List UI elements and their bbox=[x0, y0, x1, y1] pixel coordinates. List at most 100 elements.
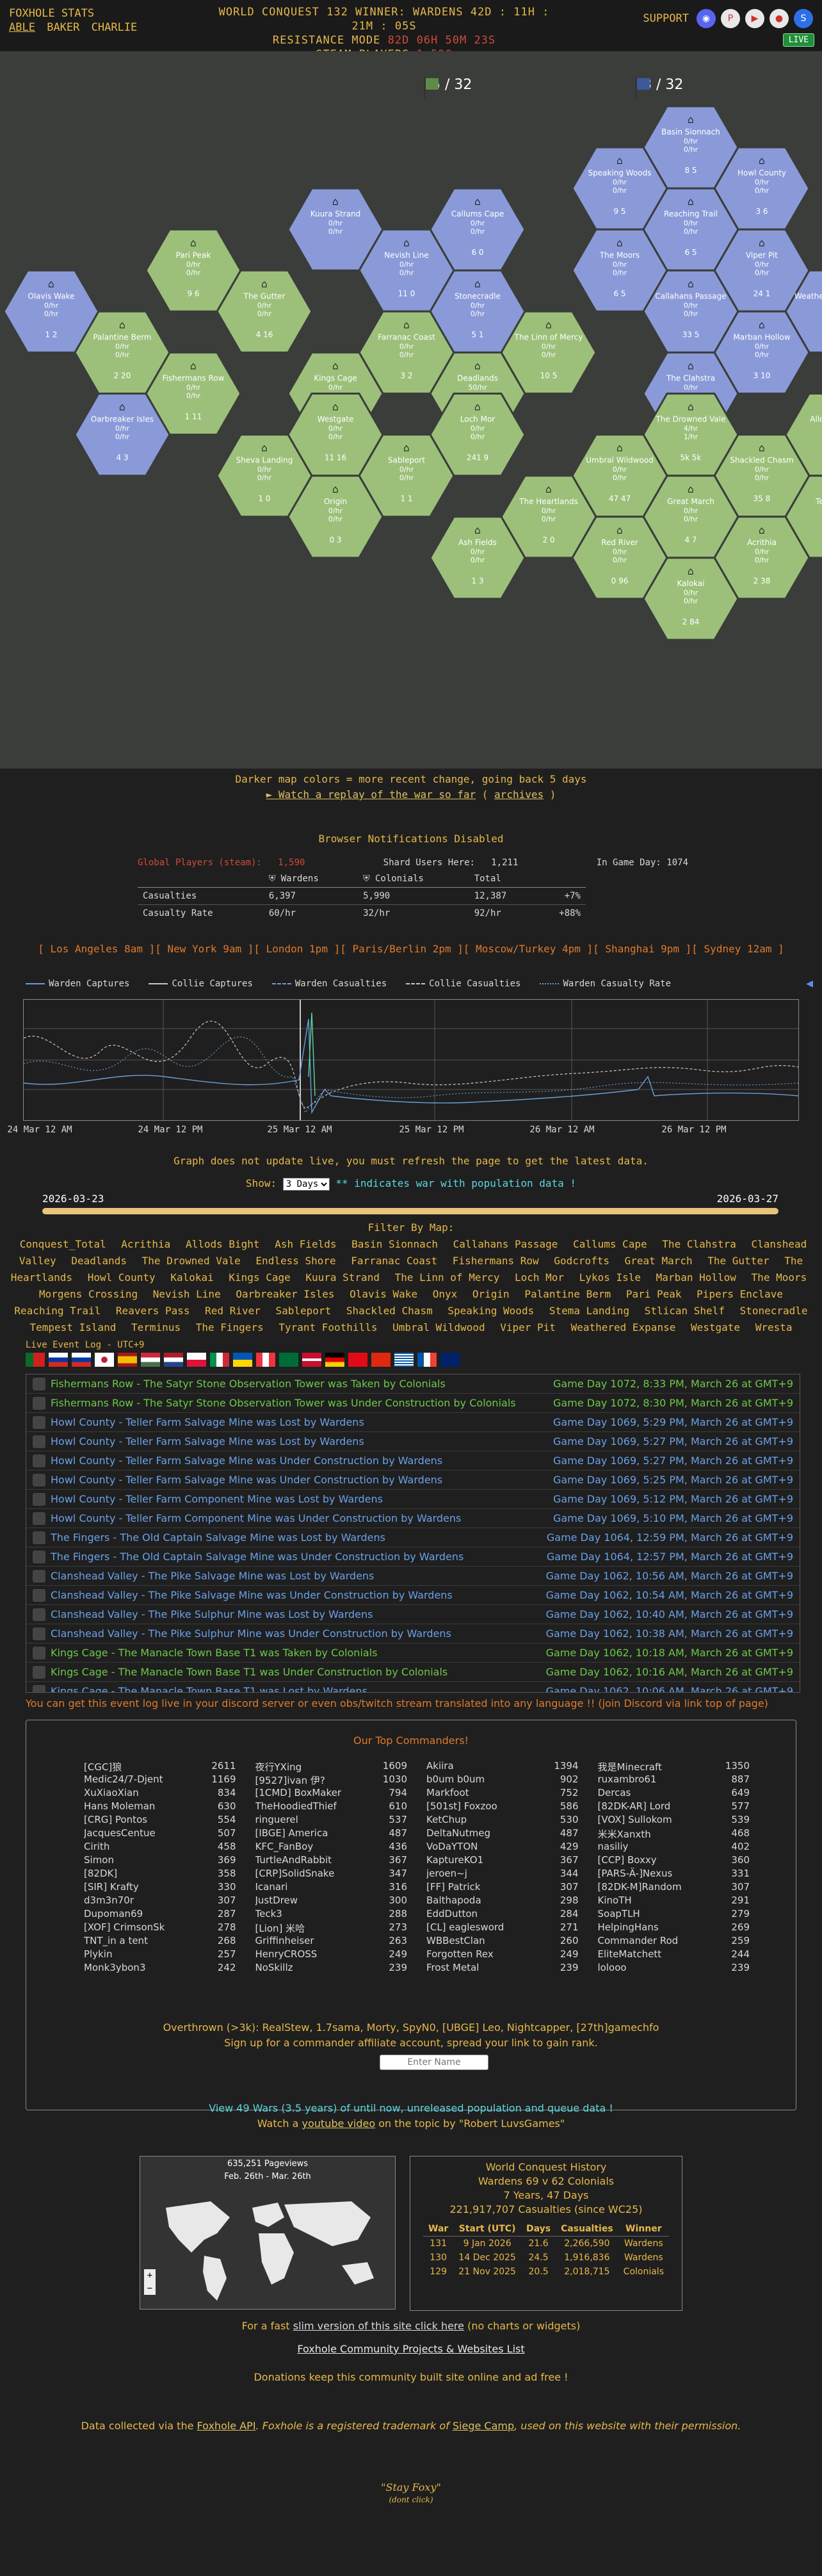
steam-icon[interactable]: S bbox=[794, 9, 813, 28]
commander-row[interactable]: [XOF] CrimsonSk 278 bbox=[84, 1921, 236, 1935]
commander-row[interactable]: [SIR] Krafty 330 bbox=[84, 1881, 236, 1895]
commander-row[interactable]: JustDrew 300 bbox=[255, 1895, 408, 1908]
map-filter-item[interactable]: Reavers Pass bbox=[116, 1305, 190, 1317]
map-filter-item[interactable]: Oarbreaker Isles bbox=[236, 1288, 334, 1300]
flag-ru-icon[interactable] bbox=[72, 1353, 91, 1367]
map-filter-item[interactable]: Farranac Coast bbox=[351, 1255, 437, 1267]
commander-row[interactable]: [IBGE] America 487 bbox=[255, 1827, 408, 1841]
map-filter-item[interactable]: The Gutter bbox=[707, 1255, 769, 1267]
legend-warden-casualties[interactable]: Warden Casualties bbox=[271, 979, 387, 989]
commander-row[interactable]: d3m3n70r 307 bbox=[84, 1895, 236, 1908]
commander-row[interactable]: VoDaYTON 429 bbox=[426, 1841, 579, 1854]
commander-row[interactable]: [501st] Foxzoo 586 bbox=[426, 1800, 579, 1814]
commander-row[interactable]: EddDutton 284 bbox=[426, 1908, 579, 1921]
commander-row[interactable]: EliteMatchett 244 bbox=[598, 1948, 750, 1962]
map-filter-item[interactable]: Callums Cape bbox=[573, 1238, 647, 1250]
commander-row[interactable]: ruxambro61 887 bbox=[598, 1773, 750, 1787]
map-filter-item[interactable]: Basin Sionnach bbox=[351, 1238, 438, 1250]
flag-kr-icon[interactable] bbox=[95, 1353, 114, 1367]
commander-row[interactable]: nasiliy 402 bbox=[598, 1841, 750, 1854]
map-filter-item[interactable]: The Clahstra bbox=[662, 1238, 736, 1250]
map-filter-item[interactable]: Acrithia bbox=[121, 1238, 170, 1250]
hex-map-svg[interactable]: ⌂Basin Sionnach0/hr0/hr8 5⌂Speaking Wood… bbox=[0, 51, 822, 769]
shard-baker-link[interactable]: BAKER bbox=[47, 21, 79, 34]
commander-row[interactable]: HenryCROSS 249 bbox=[255, 1948, 408, 1962]
map-filter-item[interactable]: Marban Hollow bbox=[656, 1271, 736, 1284]
map-filter-item[interactable]: Red River bbox=[205, 1305, 261, 1317]
commander-row[interactable]: 米米Xanxth 468 bbox=[598, 1827, 750, 1841]
flag-es-icon[interactable] bbox=[118, 1353, 137, 1367]
commander-row[interactable]: [FF] Patrick 307 bbox=[426, 1881, 579, 1895]
commander-row[interactable]: Griffinheiser 263 bbox=[255, 1935, 408, 1948]
map-filter-item[interactable]: Stonecradle bbox=[740, 1305, 808, 1317]
commander-row[interactable]: TNT_in a tent 268 bbox=[84, 1935, 236, 1948]
map-filter-item[interactable]: Speaking Woods bbox=[447, 1305, 534, 1317]
legend-collie-captures[interactable]: Collie Captures bbox=[149, 979, 253, 989]
commander-row[interactable]: Plykin 257 bbox=[84, 1948, 236, 1962]
commander-row[interactable]: DeltaNutmeg 487 bbox=[426, 1827, 579, 1841]
stay-foxy-link[interactable]: "Stay Foxy" bbox=[0, 2481, 822, 2493]
flag-hu-icon[interactable] bbox=[141, 1353, 160, 1367]
map-filter-item[interactable]: Sableport bbox=[276, 1305, 332, 1317]
map-filter-item[interactable]: Godcrofts bbox=[554, 1255, 609, 1267]
flag-sa-icon[interactable] bbox=[279, 1353, 298, 1367]
commander-row[interactable]: HelpingHans 269 bbox=[598, 1921, 750, 1935]
commander-row[interactable]: KetChup 530 bbox=[426, 1814, 579, 1827]
map-filter-item[interactable]: Olavis Wake bbox=[350, 1288, 417, 1300]
commander-row[interactable]: Commander Rod 259 bbox=[598, 1935, 750, 1948]
range-track[interactable] bbox=[42, 1208, 778, 1214]
notifications-toggle[interactable]: Browser Notifications Disabled bbox=[0, 833, 822, 845]
commander-row[interactable]: b0um b0um 902 bbox=[426, 1773, 579, 1787]
commander-row[interactable]: [CRG] Pontos 554 bbox=[84, 1814, 236, 1827]
flag-gr-icon[interactable] bbox=[394, 1353, 414, 1367]
commander-row[interactable]: TheHoodiedThief 610 bbox=[255, 1800, 408, 1814]
event-log[interactable]: Fishermans Row - The Satyr Stone Observa… bbox=[26, 1374, 800, 1693]
map-filter-item[interactable]: Endless Shore bbox=[255, 1255, 335, 1267]
pageviews-widget[interactable]: 635,251 Pageviews Feb. 26th - Mar. 26th … bbox=[140, 2156, 396, 2310]
map-filter-item[interactable]: Tempest Island bbox=[30, 1321, 117, 1333]
commander-row[interactable]: Medic24/7-Djent 1169 bbox=[84, 1773, 236, 1787]
commander-row[interactable]: Balthapoda 298 bbox=[426, 1895, 579, 1908]
commander-name-input[interactable] bbox=[380, 2055, 488, 2070]
commander-row[interactable]: WBBestClan 260 bbox=[426, 1935, 579, 1948]
map-filter-item[interactable]: Allods Bight bbox=[186, 1238, 260, 1250]
map-filter-item[interactable]: Palantine Berm bbox=[524, 1288, 611, 1300]
map-filter-item[interactable]: Kings Cage bbox=[229, 1271, 290, 1284]
commander-row[interactable]: [PARS-Ä-]Nexus 331 bbox=[598, 1868, 750, 1881]
projects-link[interactable]: Foxhole Community Projects & Websites Li… bbox=[297, 2343, 524, 2355]
flag-pt-icon[interactable] bbox=[26, 1353, 45, 1367]
world-map[interactable]: ⌂ Basin Sionnach 0/hr 0/hr 8 5 ⌂ Speaking Wood… bbox=[0, 51, 822, 769]
commander-row[interactable]: SoapTLH 279 bbox=[598, 1908, 750, 1921]
commander-row[interactable]: Dercas 649 bbox=[598, 1787, 750, 1800]
donate-link[interactable]: Donations keep this community built site… bbox=[0, 2371, 822, 2383]
commander-row[interactable]: NoSkillz 239 bbox=[255, 1962, 408, 1975]
map-filter-item[interactable]: Stlican Shelf bbox=[645, 1305, 725, 1317]
commander-row[interactable]: [CCP] Boxxy 360 bbox=[598, 1854, 750, 1868]
map-filter-item[interactable]: Pari Peak bbox=[626, 1288, 682, 1300]
shard-charlie-link[interactable]: CHARLIE bbox=[92, 21, 138, 34]
shard-able-link[interactable]: ABLE bbox=[9, 21, 35, 34]
map-filter-item[interactable]: Shackled Chasm bbox=[346, 1305, 433, 1317]
commander-row[interactable]: lolooo 239 bbox=[598, 1962, 750, 1975]
siege-camp-link[interactable]: Siege Camp bbox=[453, 2420, 514, 2432]
commander-row[interactable]: [82DK-M]Random 307 bbox=[598, 1881, 750, 1895]
commander-row[interactable]: Icanari 316 bbox=[255, 1881, 408, 1895]
replay-link[interactable]: ► Watch a replay of the war so far bbox=[266, 788, 476, 801]
map-filter-item[interactable]: Origin bbox=[472, 1288, 510, 1300]
flag-sk-icon[interactable] bbox=[49, 1353, 68, 1367]
commander-row[interactable]: Simon 369 bbox=[84, 1854, 236, 1868]
map-filter-item[interactable]: Onyx bbox=[433, 1288, 458, 1300]
commander-row[interactable]: TurtleAndRabbit 367 bbox=[255, 1854, 408, 1868]
map-filter-item[interactable]: Ash Fields bbox=[275, 1238, 336, 1250]
flag-ua-icon[interactable] bbox=[233, 1353, 252, 1367]
legend-warden-casualty-rate[interactable]: Warden Casualty Rate bbox=[540, 979, 671, 989]
commander-row[interactable]: 我是Minecraft 1350 bbox=[598, 1760, 750, 1773]
map-filter-item[interactable]: Kuura Strand bbox=[305, 1271, 380, 1284]
flag-tr-icon[interactable] bbox=[348, 1353, 367, 1367]
map-filter-item[interactable]: Lykos Isle bbox=[579, 1271, 641, 1284]
commander-row[interactable]: Cirith 458 bbox=[84, 1841, 236, 1854]
map-filter-item[interactable]: Weathered Expanse bbox=[571, 1321, 676, 1333]
flag-dk-icon[interactable] bbox=[302, 1353, 321, 1367]
flag-cn-icon[interactable] bbox=[371, 1353, 391, 1367]
commander-row[interactable]: Monk3ybon3 242 bbox=[84, 1962, 236, 1975]
